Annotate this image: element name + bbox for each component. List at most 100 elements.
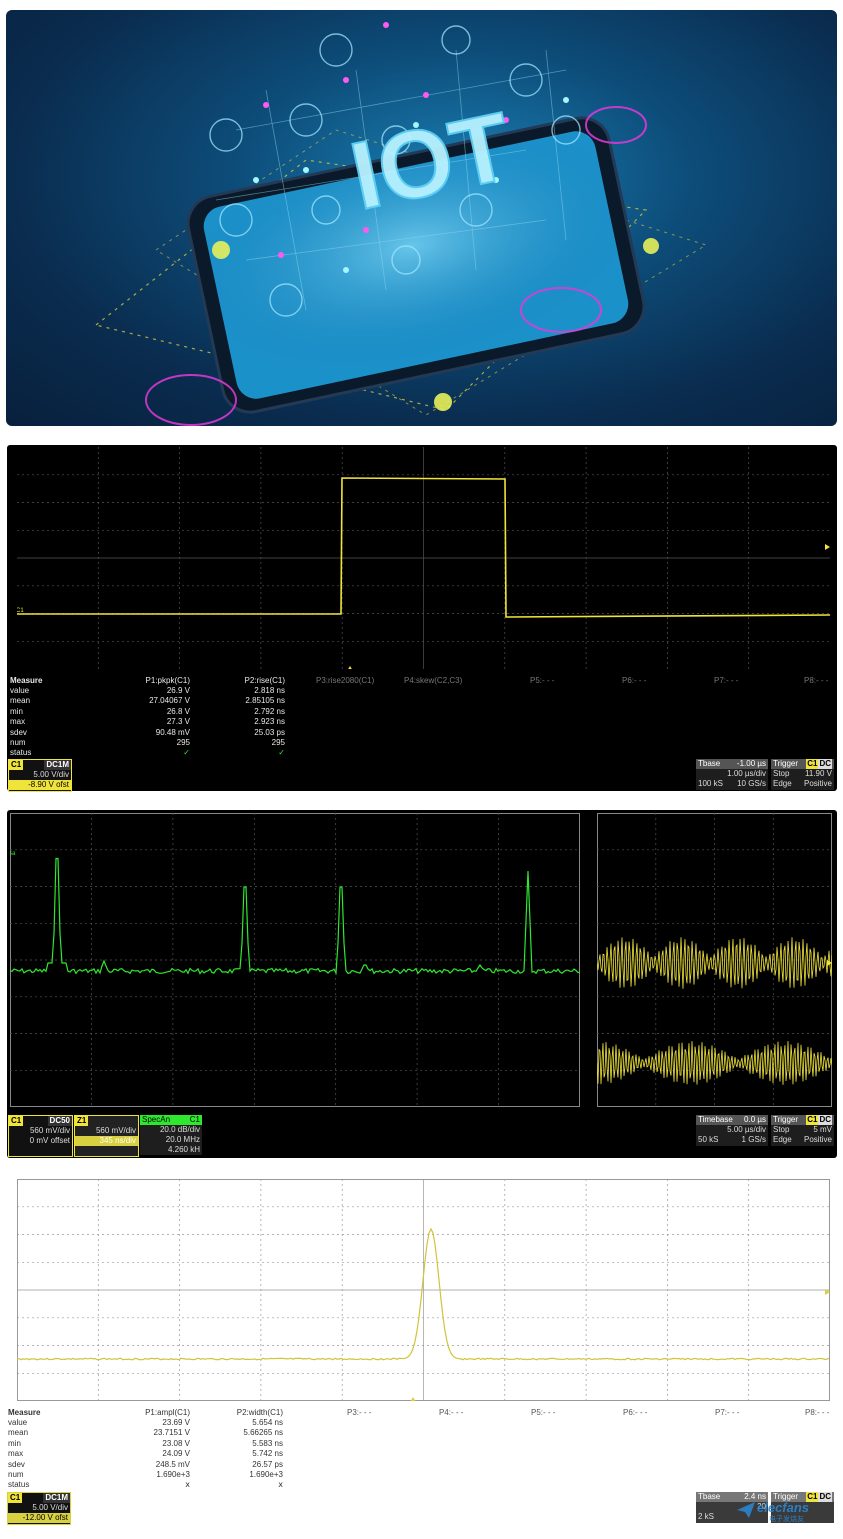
scope3-channel-descriptor[interactable]: C1 DC1M 5.00 V/div -12.00 V ofst	[7, 1492, 71, 1525]
scope2-zoom-descriptor[interactable]: Z1 560 mV/div 345 ns/div	[74, 1115, 139, 1157]
scope3-waveform-grid: C1	[17, 1179, 830, 1401]
oscilloscope-screen-3: C1 Measure valuemeanminmaxsdevnumstatus …	[7, 1177, 837, 1531]
measure-cell: 295	[271, 738, 285, 748]
measure-cell: 23.7151 V	[153, 1428, 190, 1438]
measure-cell: 2.792 ns	[254, 706, 285, 716]
tbase-label: Tbase	[698, 1492, 721, 1501]
p4-title: P4:- - -	[439, 1408, 464, 1417]
scope2-timebase-descriptor[interactable]: Timebase 0.0 µs 5.00 µs/div 50 kS 1 GS/s	[696, 1115, 768, 1146]
channel-coupling: DC1M	[44, 760, 71, 770]
measure-cell: max	[10, 717, 26, 727]
measure-cell: 5.654 ns	[252, 1418, 283, 1427]
measure-cell: status	[8, 1480, 30, 1490]
p7-title: P7:- - -	[714, 676, 739, 685]
p8-title: P8:- - -	[805, 1408, 830, 1417]
measure-cell: mean	[10, 696, 31, 706]
channel-vdiv: 560 mV/div	[29, 1126, 70, 1135]
p5-title: P5:- - -	[531, 1408, 556, 1417]
measure-cell: sdev	[8, 1459, 25, 1469]
zoom-name: Z1	[75, 1116, 89, 1126]
p8-title: P8:- - -	[804, 676, 829, 685]
scope1-trigger-position-marker	[348, 666, 352, 669]
trigger-source: C1	[806, 759, 819, 769]
measure-cell: ✓	[278, 748, 285, 758]
trigger-label: Trigger	[773, 1115, 799, 1124]
measure-cell: 24.09 V	[162, 1449, 190, 1459]
measure-cell: ⅹ	[278, 1480, 283, 1490]
scope1-channel-descriptor[interactable]: C1 DC1M 5.00 V/div -8.90 V ofst	[8, 759, 72, 792]
tbase-label: Tbase	[698, 759, 721, 768]
trigger-source: C1	[806, 1115, 819, 1125]
zoom-tdiv: 345 ns/div	[75, 1136, 138, 1146]
measure-cell: status	[10, 748, 32, 758]
measure-cell: min	[10, 706, 23, 716]
p1-title: P1:pkpk(C1)	[145, 676, 190, 685]
trigger-type: Edge	[773, 779, 792, 788]
channel-name: C1	[9, 760, 24, 770]
spec-name: SpecAn	[142, 1115, 171, 1124]
measure-cell: value	[8, 1418, 28, 1427]
p4-title: P4:skew(C2,C3)	[404, 676, 463, 685]
scope2-channel-descriptor[interactable]: C1 DC50 560 mV/div 0 mV offset	[8, 1115, 73, 1157]
measure-cell: 5.66265 ns	[243, 1428, 283, 1438]
channel-vdiv: 5.00 V/div	[32, 1503, 68, 1512]
channel-name: C1	[8, 1493, 23, 1503]
iot-hero-image: IOT	[6, 10, 837, 426]
scope1-channel-marker: C1	[17, 608, 24, 614]
tbase-tdiv: 5.00 µs/div	[727, 1125, 766, 1134]
trigger-mode: Stop	[773, 769, 790, 778]
measure-cell: 248.5 mV	[155, 1459, 190, 1469]
p2-title: P2:width(C1)	[236, 1408, 283, 1417]
measure-cell: mean	[8, 1428, 29, 1438]
spec-center: 20.0 MHz	[165, 1135, 200, 1144]
measure-cell: value	[10, 686, 30, 695]
scope2-sa-marker: Sa	[10, 851, 16, 857]
zoom-vdiv: 560 mV/div	[95, 1126, 136, 1135]
oscilloscope-screen-1: C1 Measure value mean min max sdev num status …	[7, 445, 837, 792]
spec-source: C1	[189, 1115, 200, 1124]
measure-cell: 26.57 ps	[252, 1459, 283, 1469]
measure-cell: 90.48 mV	[155, 727, 190, 737]
p6-title: P6:- - -	[623, 1408, 648, 1417]
measure-cell: ⅹ	[185, 1480, 190, 1490]
scope2-spectrum-descriptor[interactable]: SpecAn C1 20.0 dB/div 20.0 MHz 4.260 kH	[140, 1115, 202, 1155]
scope2-zoom-grid: C1 Z1	[597, 813, 832, 1107]
scope2-trigger-descriptor[interactable]: Trigger C1 DC Stop 5 mV Edge Positive	[771, 1115, 834, 1146]
measure-cell: 27.3 V	[166, 717, 190, 727]
tbase-rate: 1 GS/s	[741, 1135, 766, 1144]
trigger-label: Trigger	[773, 759, 799, 768]
channel-offset: -12.00 V ofst	[8, 1513, 70, 1523]
measure-cell: max	[8, 1449, 24, 1459]
spec-rbw: 4.260 kH	[167, 1145, 200, 1154]
channel-name: C1	[9, 1116, 24, 1126]
trigger-level: 11.90 V	[805, 769, 832, 778]
trigger-coupling: DC	[818, 1115, 832, 1125]
tbase-samples: 100 kS	[698, 779, 723, 788]
oscilloscope-screen-2: Sa C1 Z1 C1 DC50 560 mV/div 0 mV offset …	[7, 810, 837, 1158]
measure-cell: min	[8, 1438, 21, 1448]
p5-title: P5:- - -	[530, 676, 555, 685]
measure-cell: num	[10, 738, 26, 748]
channel-vdiv: 5.00 V/div	[33, 770, 69, 779]
scope1-timebase-descriptor[interactable]: Tbase -1.00 µs 1.00 µs/div 100 kS 10 GS/…	[696, 759, 768, 790]
p2-title: P2:rise(C1)	[244, 676, 285, 685]
trigger-slope: Positive	[803, 1135, 832, 1144]
trigger-type: Edge	[773, 1135, 792, 1144]
trigger-slope: Positive	[803, 779, 832, 788]
scope2-spectrum-grid: Sa	[10, 813, 580, 1107]
tbase-tdiv: 1.00 µs/div	[727, 769, 766, 778]
measure-cell: sdev	[10, 727, 27, 737]
p3-title: P3:rise2080(C1)	[316, 676, 375, 685]
tbase-label: Timebase	[698, 1115, 733, 1124]
scope1-trigger-descriptor[interactable]: Trigger C1 DC Stop 11.90 V Edge Positive	[771, 759, 834, 790]
measure-cell: 1.690e+3	[249, 1470, 283, 1480]
elecfans-watermark: elecfans 电子发烧友	[735, 1500, 835, 1524]
scope1-waveform-grid: C1	[17, 447, 830, 669]
measure-cell: 1.690e+3	[156, 1470, 190, 1480]
measure-cell: num	[8, 1470, 24, 1480]
tbase-rate: 10 GS/s	[737, 779, 766, 788]
measure-cell: 26.8 V	[166, 706, 190, 716]
p1-title: P1:ampl(C1)	[145, 1408, 190, 1417]
scope1-trigger-level-marker	[825, 544, 830, 550]
measure-cell: ✓	[183, 748, 190, 758]
